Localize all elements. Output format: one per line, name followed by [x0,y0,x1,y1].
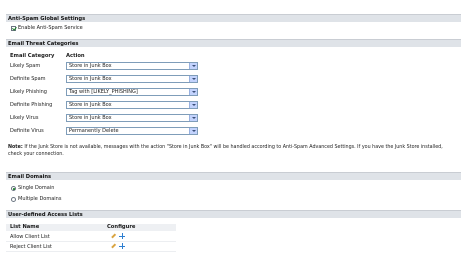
action-select-definite-virus[interactable]: Permanently Delete [66,127,198,135]
category-likely-phishing: Likely Phishing [10,89,47,95]
enable-antispam-checkbox[interactable] [11,26,16,31]
single-domain-label: Single Domain [18,185,55,191]
enable-antispam-label: Enable Anti-Spam Service [18,25,83,31]
col-configure: Configure [107,224,136,230]
action-select-likely-spam[interactable]: Store in Junk Box [66,62,198,70]
radio-single-domain[interactable] [11,186,16,191]
select-value: Store in Junk Box [69,76,112,82]
category-likely-spam: Likely Spam [10,63,41,69]
section-header-threats: Email Threat Categories [6,39,461,47]
action-select-likely-phishing[interactable]: Tag with [LIKELY_PHISHING] [66,88,198,96]
list-name-reject-client: Reject Client List [10,244,52,250]
category-definite-virus: Definite Virus [10,128,44,134]
row-divider [6,251,176,252]
note-label: Note: [8,145,23,150]
select-value: Store in Junk Box [69,115,112,121]
junk-store-note: Note: If the Junk Store is not available… [8,145,458,158]
action-select-definite-phishing[interactable]: Store in Junk Box [66,101,198,109]
add-allow-list-icon[interactable] [119,233,125,239]
chevron-down-icon [189,63,197,69]
action-select-likely-virus[interactable]: Store in Junk Box [66,114,198,122]
edit-reject-list-icon[interactable] [110,243,116,249]
add-reject-list-icon[interactable] [119,243,125,249]
action-select-definite-spam[interactable]: Store in Junk Box [66,75,198,83]
category-likely-virus: Likely Virus [10,115,39,121]
category-definite-spam: Definite Spam [10,76,46,82]
chevron-down-icon [189,115,197,121]
chevron-down-icon [189,102,197,108]
list-name-allow-client: Allow Client List [10,234,50,240]
chevron-down-icon [189,128,197,134]
select-value: Permanently Delete [69,128,119,134]
select-value: Tag with [LIKELY_PHISHING] [69,89,138,95]
note-text: If the Junk Store is not available, mess… [8,145,443,157]
chevron-down-icon [189,76,197,82]
section-header-domains: Email Domains [6,172,461,180]
section-header-access-lists: User-defined Access Lists [6,210,461,218]
category-definite-phishing: Definite Phishing [10,102,53,108]
select-value: Store in Junk Box [69,102,112,108]
section-header-global: Anti-Spam Global Settings [6,14,461,22]
multiple-domains-label: Multiple Domains [18,196,62,202]
radio-multiple-domains[interactable] [11,197,16,202]
select-value: Store in Junk Box [69,63,112,69]
col-email-category: Email Category [10,53,55,59]
col-list-name: List Name [10,224,40,230]
edit-allow-list-icon[interactable] [110,233,116,239]
col-action: Action [66,53,85,59]
row-divider [6,241,176,242]
chevron-down-icon [189,89,197,95]
